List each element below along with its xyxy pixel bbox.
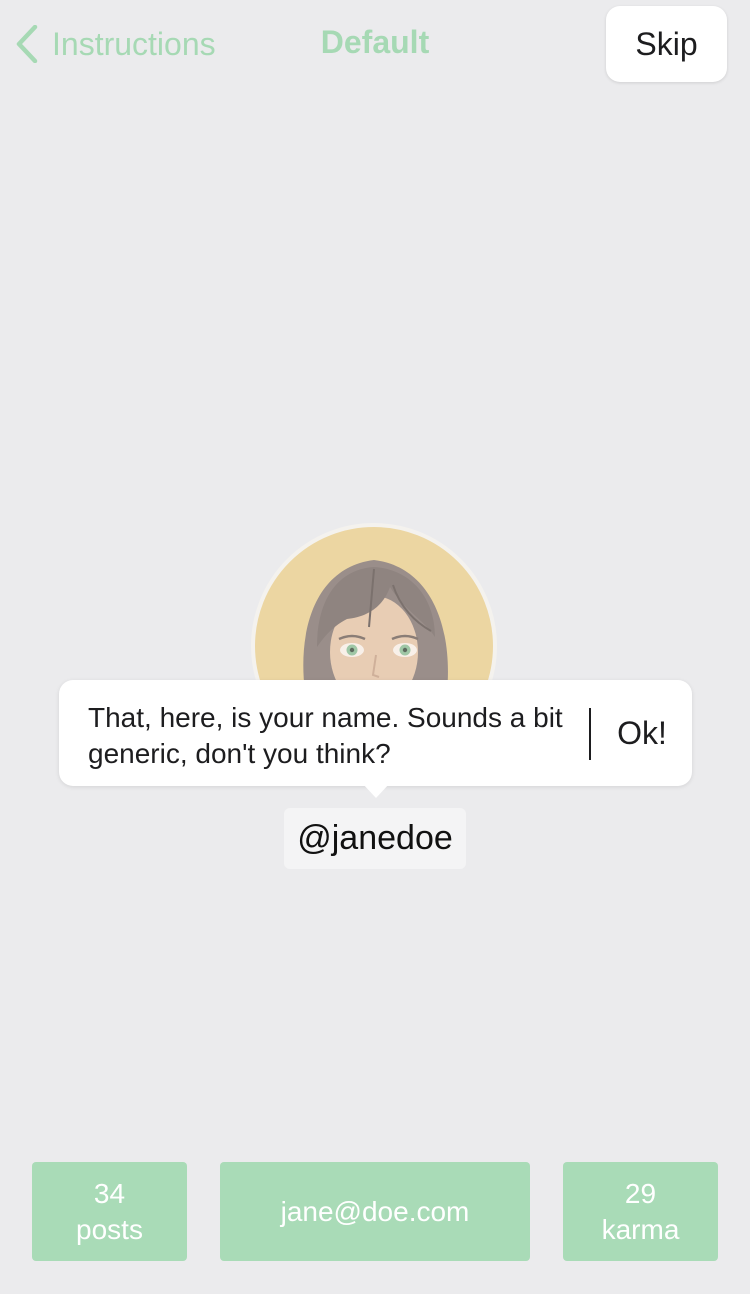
tooltip-divider bbox=[589, 708, 591, 760]
navigation-bar: Instructions Default Skip bbox=[0, 0, 750, 90]
posts-count: 34 bbox=[93, 1177, 126, 1209]
tooltip-arrow bbox=[362, 783, 390, 798]
karma-count: 29 bbox=[624, 1177, 657, 1209]
page-title: Default bbox=[320, 24, 430, 60]
posts-stat-button[interactable]: 34 posts bbox=[32, 1162, 187, 1261]
karma-stat-button[interactable]: 29 karma bbox=[563, 1162, 718, 1261]
posts-label: posts bbox=[76, 1213, 143, 1245]
username-label: @janedoe bbox=[284, 808, 466, 869]
tooltip-message: That, here, is your name. Sounds a bit g… bbox=[88, 702, 563, 769]
back-button-label: Instructions bbox=[52, 25, 216, 62]
karma-label: karma bbox=[601, 1213, 680, 1245]
skip-button[interactable]: Skip bbox=[606, 6, 727, 82]
chevron-left-icon bbox=[16, 25, 38, 63]
email-button[interactable]: jane@doe.com bbox=[220, 1162, 530, 1261]
back-button[interactable]: Instructions bbox=[16, 20, 216, 68]
tooltip-callout: That, here, is your name. Sounds a bit g… bbox=[59, 680, 692, 786]
ok-button[interactable]: Ok! bbox=[607, 710, 677, 756]
email-label: jane@doe.com bbox=[280, 1195, 470, 1227]
